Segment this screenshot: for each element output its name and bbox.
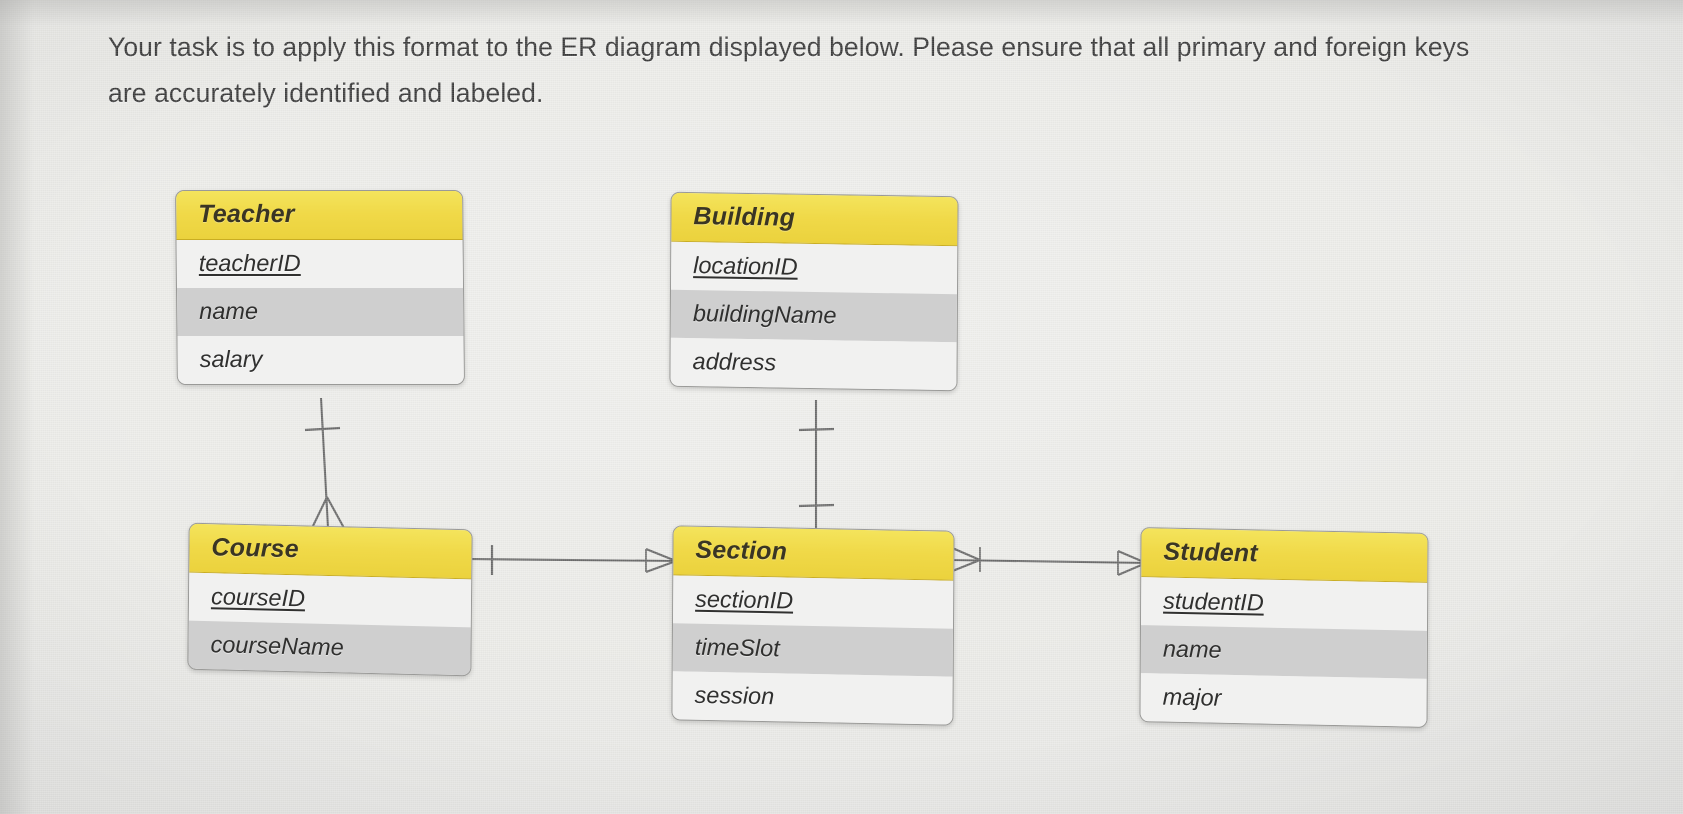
- attribute-row: session: [672, 671, 953, 725]
- entity-section[interactable]: Section sectionID timeSlot session: [671, 525, 955, 726]
- attribute-coursename: courseName: [210, 631, 344, 661]
- attribute-row: locationID: [671, 241, 958, 295]
- entity-course[interactable]: Course courseID courseName: [187, 522, 473, 677]
- entity-course-title: Course: [189, 523, 472, 580]
- attribute-row: courseID: [188, 572, 472, 628]
- relationship-course-section: [465, 545, 677, 575]
- attribute-row: sectionID: [673, 575, 954, 629]
- attribute-row: address: [670, 337, 957, 391]
- attribute-session: session: [694, 681, 775, 710]
- attribute-studentid: studentID: [1163, 587, 1264, 616]
- er-diagram: Teacher teacherID name salary Building l…: [0, 0, 1683, 814]
- attribute-row: teacherID: [176, 240, 464, 288]
- attribute-row: studentID: [1141, 577, 1428, 631]
- relationship-section-student: [949, 546, 1147, 576]
- entity-teacher-title: Teacher: [176, 191, 463, 241]
- attribute-locationid: locationID: [693, 252, 798, 280]
- relationship-building-section: [798, 400, 835, 530]
- attribute-row: salary: [177, 335, 464, 384]
- attribute-buildingname: buildingName: [692, 300, 837, 329]
- entity-student[interactable]: Student studentID name major: [1139, 527, 1429, 728]
- attribute-row: major: [1140, 673, 1427, 727]
- attribute-row: name: [176, 287, 464, 336]
- attribute-salary: salary: [199, 345, 263, 372]
- entity-section-title: Section: [673, 526, 954, 581]
- attribute-major: major: [1162, 683, 1222, 711]
- entity-building[interactable]: Building locationID buildingName address: [669, 191, 959, 392]
- entity-student-title: Student: [1141, 528, 1428, 583]
- attribute-sectionid: sectionID: [695, 585, 794, 614]
- attribute-courseid: courseID: [210, 583, 306, 612]
- attribute-timeslot: timeSlot: [694, 633, 780, 662]
- relationship-teacher-course: [304, 397, 345, 529]
- entity-teacher[interactable]: Teacher teacherID name salary: [175, 190, 465, 385]
- attribute-row: name: [1140, 625, 1427, 679]
- attribute-name: name: [1162, 635, 1222, 663]
- attribute-name: name: [199, 297, 259, 324]
- entity-building-title: Building: [671, 192, 958, 247]
- attribute-row: buildingName: [670, 289, 957, 343]
- attribute-row: courseName: [188, 620, 471, 676]
- attribute-teacherid: teacherID: [198, 250, 301, 277]
- attribute-address: address: [692, 348, 777, 376]
- attribute-row: timeSlot: [672, 623, 953, 677]
